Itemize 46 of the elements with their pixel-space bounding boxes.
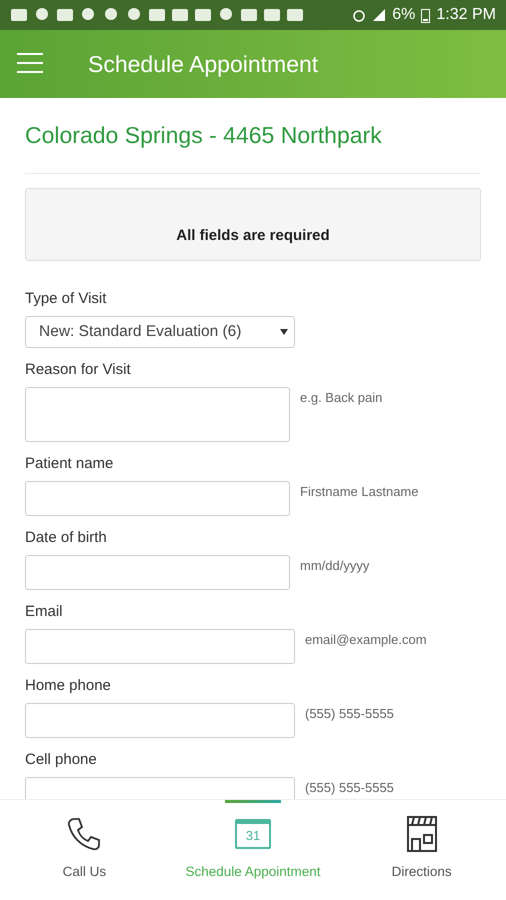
notification-icon [56,7,74,23]
field-label: Type of Visit [25,290,108,307]
battery-percent: 6% [392,6,416,24]
field-hint: mm/dd/yyyy [300,557,370,573]
calendar-icon: 31 [235,819,271,849]
notification-icon [171,7,189,23]
notification-icon [125,7,143,23]
caret-icon [280,329,288,335]
screen-title: Schedule Appointment [88,50,318,78]
alarm-icon [352,8,366,22]
notification-icon [217,7,235,23]
field-label: Home phone [25,677,112,694]
field-label: Reason for Visit [25,361,132,378]
phone-icon [66,816,102,852]
field-label: Date of birth [25,529,108,546]
battery-icon [421,8,430,22]
field-hint: (555) 555-5555 [305,705,394,721]
visit-type-dropdown[interactable]: New: Standard Evaluation (6) [25,316,295,348]
input-field[interactable] [25,555,290,590]
field-hint: Firstname Lastname [300,483,418,499]
field-hint: (555) 555-5555 [305,779,394,795]
input-field[interactable] [25,481,290,516]
field-label: Cell phone [25,751,98,768]
text-area[interactable] [25,387,290,442]
notification-icon [79,7,97,23]
field-hint: e.g. Back pain [300,389,382,405]
notification-icon [148,7,166,23]
nav-tab[interactable]: Call Us [0,800,169,900]
notification-icon [33,7,51,23]
notification-icon [194,7,212,23]
field-hint: email@example.com [305,631,427,647]
notification-icon [102,7,120,23]
required-notice: All fields are required [25,188,481,261]
signal-icon [372,8,386,22]
notification-icon [10,7,28,23]
field-label: Patient name [25,455,114,472]
field-label: Email [25,603,64,620]
input-field[interactable] [25,629,295,664]
nav-tab[interactable]: Directions [337,800,506,900]
input-field[interactable] [25,703,295,738]
location-heading: Colorado Springs - 4465 Northpark [25,98,481,174]
clock-time: 1:32 PM [436,6,496,24]
menu-icon [16,52,44,74]
notification-icon [286,7,304,23]
notification-icon [240,7,258,23]
notification-icon [263,7,281,23]
